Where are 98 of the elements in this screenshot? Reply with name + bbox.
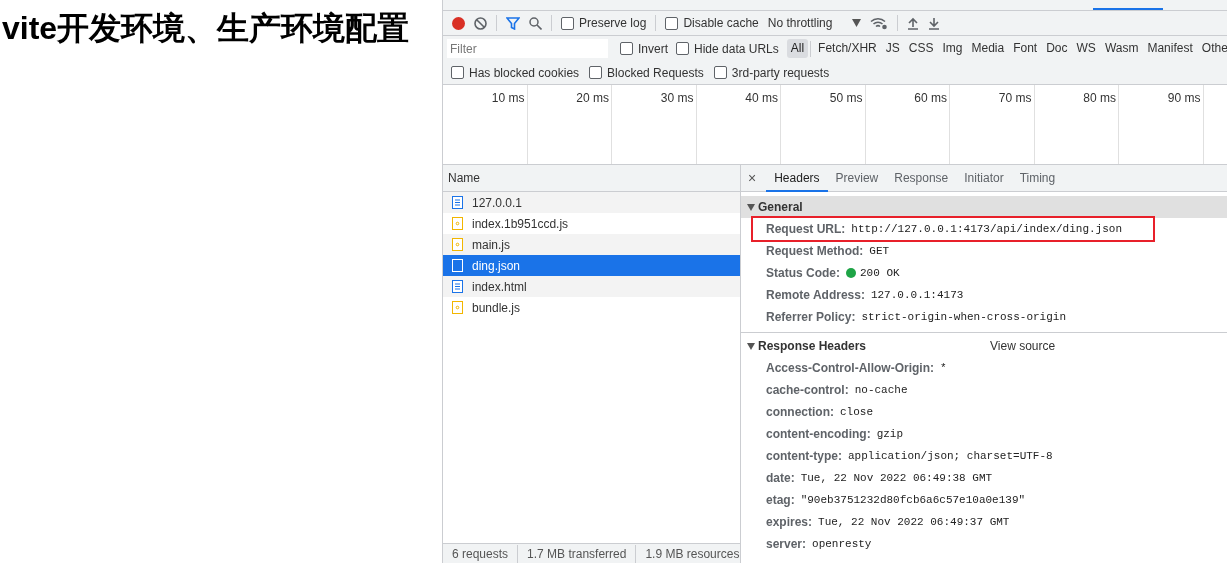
request-row[interactable]: main.js <box>443 234 740 255</box>
time-tick-label: 10 ms <box>491 90 525 107</box>
header-value: Tue, 22 Nov 2022 06:49:38 GMT <box>800 470 993 486</box>
type-filter-tab[interactable]: Wasm <box>1100 39 1143 58</box>
type-filter-tab[interactable]: Media <box>967 39 1009 58</box>
status-text: 1.7 MB transferred <box>517 544 636 563</box>
header-name: Remote Address: <box>766 287 865 304</box>
filter-icon[interactable] <box>506 16 520 30</box>
header-name: content-type: <box>766 448 842 465</box>
type-filter-tab[interactable]: Othe <box>1197 39 1227 58</box>
header-value: GET <box>869 243 890 259</box>
file-icon <box>452 259 463 272</box>
header-value: * <box>940 360 947 376</box>
type-filter-tab[interactable]: Doc <box>1042 39 1072 58</box>
header-name: content-encoding: <box>766 426 871 443</box>
type-filter-tab[interactable]: Font <box>1009 39 1042 58</box>
disclosure-triangle-icon[interactable] <box>747 342 755 350</box>
section-title[interactable]: General <box>758 198 803 216</box>
checkbox[interactable] <box>665 16 679 30</box>
header-value: Tue, 22 Nov 2022 06:49:37 GMT <box>818 514 1010 530</box>
section-title[interactable]: Response Headers <box>758 337 867 355</box>
details-tab[interactable]: Timing <box>1011 164 1064 192</box>
search-icon[interactable] <box>529 16 542 30</box>
header-name: cache-control: <box>766 382 849 399</box>
filter-field[interactable]: Filter <box>447 39 608 58</box>
type-filter-tab[interactable]: JS <box>881 39 904 58</box>
checkbox-label: Hide data URLs <box>694 40 779 58</box>
checkbox-label: Disable cache <box>683 15 759 32</box>
type-filter-tab[interactable]: Manifest <box>1143 39 1197 58</box>
header-name: etag: <box>766 492 795 509</box>
time-tick-label: 90 ms <box>1167 90 1201 107</box>
checkbox[interactable] <box>451 66 464 79</box>
header-value: http://127.0.0.1:4173/api/index/ding.json <box>851 221 1122 237</box>
time-tick-label: 60 ms <box>914 90 947 107</box>
header-name: Access-Control-Allow-Origin: <box>766 360 934 377</box>
header-name: Request URL: <box>766 221 846 238</box>
script-icon <box>452 238 463 251</box>
request-row[interactable]: ding.json <box>443 255 740 276</box>
header-name: date: <box>766 470 795 487</box>
close-button[interactable]: × <box>748 167 757 189</box>
time-tick-label: 70 ms <box>998 90 1032 107</box>
script-icon <box>452 301 463 314</box>
document-icon <box>452 280 463 293</box>
time-tick-label: 30 ms <box>660 90 694 107</box>
throttling-dropdown[interactable]: No throttling <box>767 14 862 32</box>
view-source-link[interactable]: View source <box>990 337 1056 355</box>
script-icon <box>452 217 463 230</box>
header-value: no-cache <box>854 382 908 398</box>
checkbox[interactable] <box>589 66 603 79</box>
request-row[interactable]: index.html <box>443 276 740 297</box>
clear-icon[interactable] <box>474 16 487 30</box>
wifi-settings-icon[interactable] <box>870 16 889 30</box>
document-icon <box>452 196 463 209</box>
checkbox-label: Invert <box>638 40 668 58</box>
header-value: gzip <box>876 426 904 442</box>
time-tick-label: 20 ms <box>576 90 609 107</box>
time-tick-label: 40 ms <box>745 90 778 107</box>
download-icon[interactable] <box>928 16 941 30</box>
checkbox[interactable] <box>676 42 689 55</box>
checkbox[interactable] <box>713 66 727 79</box>
checkbox[interactable] <box>561 16 574 30</box>
header-value: openresty <box>812 536 872 552</box>
type-filter-tab[interactable]: CSS <box>904 39 938 58</box>
details-tab[interactable]: Initiator <box>956 164 1012 192</box>
checkbox-label: 3rd-party requests <box>731 64 830 82</box>
details-tab[interactable]: Preview <box>827 164 887 192</box>
time-tick-label: 80 ms <box>1083 90 1116 107</box>
checkbox[interactable] <box>620 42 633 55</box>
header-name: expires: <box>766 514 813 531</box>
details-tab[interactable]: Response <box>886 164 957 192</box>
status-text: 6 requests <box>451 545 510 563</box>
checkbox-label: Has blocked cookies <box>469 64 580 82</box>
disclosure-triangle-icon[interactable] <box>747 203 755 211</box>
upload-icon[interactable] <box>907 16 920 30</box>
checkbox-label: Blocked Requests <box>607 64 704 82</box>
header-value: 127.0.0.1:4173 <box>870 287 964 303</box>
type-filter-tab[interactable]: All <box>786 39 809 58</box>
type-filter-tab[interactable]: WS <box>1072 39 1100 58</box>
header-name: server: <box>766 536 807 553</box>
type-filter-tab[interactable]: Fetch/XHR <box>814 39 881 58</box>
header-name: connection: <box>766 404 834 421</box>
header-value: strict-origin-when-cross-origin <box>861 309 1066 325</box>
header-value: application/json; charset=UTF-8 <box>848 448 1053 464</box>
header-value: 200 OK <box>860 265 900 281</box>
record-button[interactable] <box>452 16 465 30</box>
checkbox-label: Preserve log <box>579 15 647 32</box>
page-heading: vite开发环境、生产环境配置 <box>2 10 411 46</box>
type-filter-tab[interactable]: Img <box>938 39 967 58</box>
caret-icon <box>852 19 862 27</box>
header-value: close <box>840 404 873 420</box>
column-header[interactable]: Name <box>448 169 480 187</box>
header-name: Status Code: <box>766 265 840 282</box>
header-name: Referrer Policy: <box>766 309 856 326</box>
request-row[interactable]: 127.0.0.1 <box>443 192 740 213</box>
details-tab[interactable]: Headers <box>766 164 828 192</box>
header-name: Request Method: <box>766 243 864 260</box>
header-value: "90eb3751232d80fcb6a6c57e10a0e139" <box>800 492 1026 508</box>
time-tick-label: 50 ms <box>829 90 863 107</box>
